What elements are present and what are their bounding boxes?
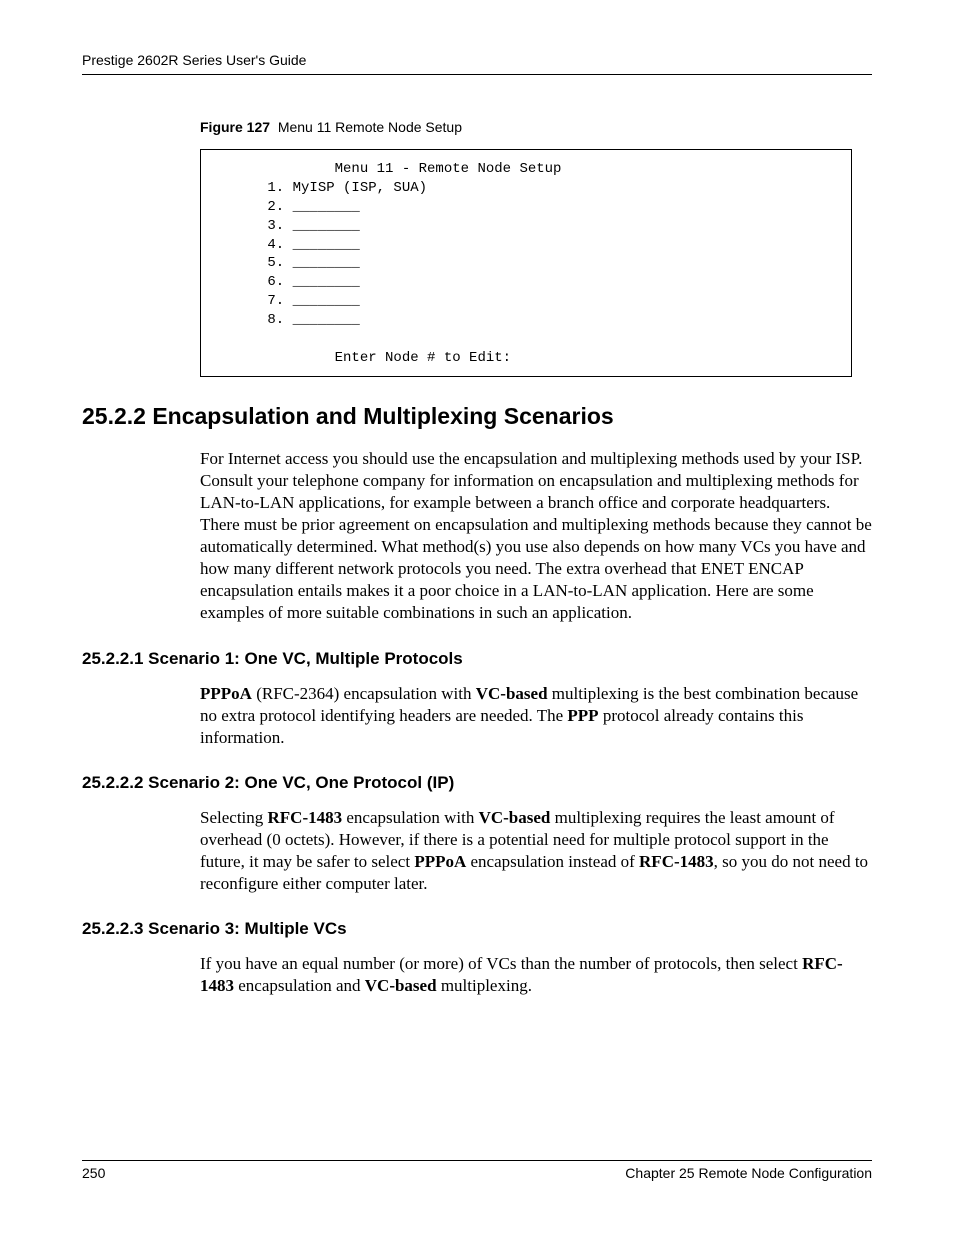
heading-25-2-2-3: 25.2.2.3 Scenario 3: Multiple VCs [82,919,872,939]
text: encapsulation with [342,808,478,827]
paragraph-scenario-3: If you have an equal number (or more) of… [200,953,872,997]
page-footer: 250 Chapter 25 Remote Node Configuration [82,1160,872,1181]
paragraph-scenario-2: Selecting RFC-1483 encapsulation with VC… [200,807,872,895]
scenario-3-text: If you have an equal number (or more) of… [200,953,872,997]
scenario-2-text: Selecting RFC-1483 encapsulation with VC… [200,807,872,895]
running-header: Prestige 2602R Series User's Guide [82,52,872,75]
heading-25-2-2-2: 25.2.2.2 Scenario 2: One VC, One Protoco… [82,773,872,793]
text: If you have an equal number (or more) of… [200,954,802,973]
figure-title: Menu 11 Remote Node Setup [278,119,462,135]
bold-pppoa: PPPoA [200,684,252,703]
figure-caption: Figure 127 Menu 11 Remote Node Setup [200,119,872,135]
bold-vc-based: VC-based [479,808,551,827]
chapter-label: Chapter 25 Remote Node Configuration [625,1165,872,1181]
scenario-1-text: PPPoA (RFC-2364) encapsulation with VC-b… [200,683,872,749]
bold-rfc-1483-2: RFC-1483 [639,852,714,871]
bold-pppoa: PPPoA [414,852,466,871]
paragraph-intro: For Internet access you should use the e… [200,448,872,625]
page: Prestige 2602R Series User's Guide Figur… [0,0,954,1235]
bold-vc-based: VC-based [476,684,548,703]
figure-label: Figure 127 [200,119,270,135]
text: (RFC-2364) encapsulation with [252,684,476,703]
page-number: 250 [82,1165,105,1181]
bold-rfc-1483: RFC-1483 [268,808,343,827]
text: multiplexing. [437,976,532,995]
heading-25-2-2-1: 25.2.2.1 Scenario 1: One VC, Multiple Pr… [82,649,872,669]
text: Selecting [200,808,268,827]
paragraph-scenario-1: PPPoA (RFC-2364) encapsulation with VC-b… [200,683,872,749]
intro-text: For Internet access you should use the e… [200,448,872,625]
bold-ppp: PPP [567,706,598,725]
terminal-screen: Menu 11 - Remote Node Setup 1. MyISP (IS… [200,149,852,377]
text: encapsulation instead of [466,852,639,871]
bold-vc-based: VC-based [365,976,437,995]
heading-25-2-2: 25.2.2 Encapsulation and Multiplexing Sc… [82,403,872,430]
text: encapsulation and [234,976,365,995]
